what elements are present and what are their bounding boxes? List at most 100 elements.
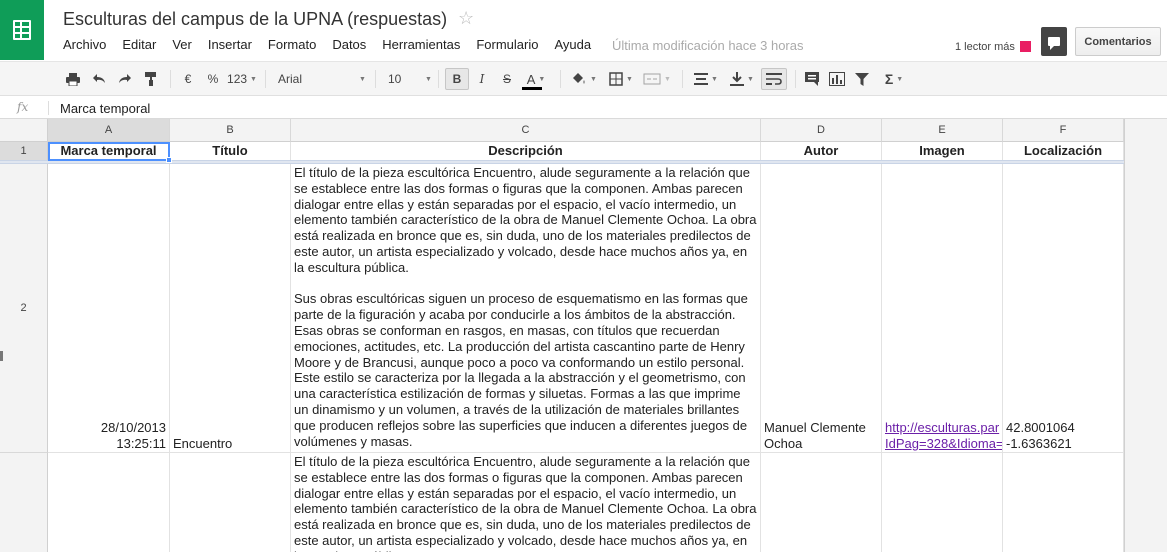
cell-f3[interactable] [1003,453,1124,552]
paint-format-icon [145,72,156,86]
header-cell-descripcion[interactable]: Descripción [291,142,761,161]
header-cell-localizacion[interactable]: Localización [1003,142,1124,161]
fill-color-button[interactable]: ▼ [568,68,600,90]
viewers-count[interactable]: 1 lector más [955,41,1015,53]
cell-e2[interactable]: http://esculturas.par IdPag=328&Idioma= [882,164,1003,453]
menu-ver[interactable]: Ver [172,37,192,52]
column-header-a[interactable]: A [48,119,170,142]
print-button[interactable] [62,68,84,90]
toolbar: € % 123 ▼ Arial ▼ 10 ▼ B I S A ▼ ▼ ▼ ▼ ▼ ▼ [0,61,1167,96]
image-link[interactable]: http://esculturas.par [885,420,999,436]
bold-button[interactable]: B [445,68,469,90]
chevron-down-icon: ▼ [359,75,366,83]
formula-bar: fx Marca temporal [0,97,1167,119]
filter-button[interactable] [852,68,872,90]
cell-c2-paragraph-2: Sus obras escultóricas siguen un proceso… [294,291,748,449]
column-header-b[interactable]: B [170,119,291,142]
chat-button[interactable] [1041,27,1067,56]
row-header-1[interactable]: 1 [0,142,48,161]
header-cell-titulo[interactable]: Título [170,142,291,161]
vertical-align-button[interactable]: ▼ [726,68,758,90]
sigma-icon: Σ [884,71,894,87]
cell-c2[interactable]: El título de la pieza escultórica Encuen… [291,164,761,453]
document-title[interactable]: Esculturas del campus de la UPNA (respue… [63,9,447,30]
italic-button[interactable]: I [472,68,492,90]
column-header-f[interactable]: F [1003,119,1124,142]
vertical-scrollbar[interactable] [1124,119,1167,552]
text-color-swatch [522,87,542,90]
cell-d2-text: Manuel Clemente Ochoa [764,420,866,452]
menu-formulario[interactable]: Formulario [476,37,538,52]
text-color-button[interactable]: A ▼ [520,68,552,90]
cell-d2[interactable]: Manuel Clemente Ochoa [761,164,882,453]
side-handle[interactable] [0,351,3,361]
paint-format-button[interactable] [140,68,162,90]
borders-icon [609,72,623,86]
chevron-down-icon: ▼ [590,75,597,83]
functions-button[interactable]: Σ ▼ [878,68,910,90]
cell-b3[interactable] [170,453,291,552]
sheets-logo-icon[interactable] [0,0,44,60]
cell-b2[interactable]: Encuentro [170,164,291,453]
wrap-icon [766,72,782,85]
cell-f2-longitude: -1.6363621 [1006,436,1072,452]
menu-herramientas[interactable]: Herramientas [382,37,460,52]
cell-f2[interactable]: 42.8001064 -1.6363621 [1003,164,1124,453]
percent-format-button[interactable]: % [203,68,223,90]
column-header-d[interactable]: D [761,119,882,142]
cell-c2-paragraph-1: El título de la pieza escultórica Encuen… [294,165,757,275]
chat-icon [1048,37,1060,50]
text-wrap-button[interactable] [761,68,787,90]
cell-a2-time: 13:25:11 [116,436,166,452]
menu-ayuda[interactable]: Ayuda [554,37,591,52]
cell-d3[interactable] [761,453,882,552]
borders-button[interactable]: ▼ [606,68,636,90]
header-cell-imagen[interactable]: Imagen [882,142,1003,161]
menu-formato[interactable]: Formato [268,37,316,52]
menu-archivo[interactable]: Archivo [63,37,106,52]
undo-button[interactable] [88,68,110,90]
menu-datos[interactable]: Datos [332,37,366,52]
insert-comment-button[interactable] [802,68,822,90]
undo-icon [93,74,105,83]
redo-icon [119,74,131,83]
header-cell-marca-temporal[interactable]: Marca temporal [48,142,170,161]
chevron-down-icon: ▼ [425,75,432,83]
currency-format-button[interactable]: € [178,68,198,90]
spreadsheet-grid: A B C D E F 1 Marca temporal Título Desc… [0,119,1167,552]
cell-f2-latitude: 42.8001064 [1006,420,1075,436]
menu-editar[interactable]: Editar [122,37,156,52]
cell-a3[interactable] [48,453,170,552]
font-size-label: 10 [388,72,402,86]
cell-a2[interactable]: 28/10/2013 13:25:11 [48,164,170,453]
strikethrough-button[interactable]: S [497,68,517,90]
comment-icon [805,72,819,86]
star-icon[interactable]: ☆ [458,8,474,29]
image-link-continued[interactable]: IdPag=328&Idioma= [885,436,1002,452]
row-header-2[interactable]: 2 [0,164,48,453]
font-family-label: Arial [278,72,303,86]
header-cell-autor[interactable]: Autor [761,142,882,161]
last-modified[interactable]: Última modificación hace 3 horas [612,38,803,53]
row-header-3[interactable] [0,453,48,552]
viewer-avatar[interactable] [1020,41,1031,52]
font-family-dropdown[interactable]: Arial ▼ [278,68,366,90]
chevron-down-icon: ▼ [896,75,904,83]
cell-e3[interactable] [882,453,1003,552]
select-all-corner[interactable] [0,119,48,142]
comments-button[interactable]: Comentarios [1075,27,1161,56]
horizontal-align-button[interactable]: ▼ [690,68,722,90]
cell-c3[interactable]: El título de la pieza escultórica Encuen… [291,453,761,552]
cell-a2-date: 28/10/2013 [100,420,166,436]
font-size-dropdown[interactable]: 10 ▼ [388,68,432,90]
redo-button[interactable] [114,68,136,90]
insert-chart-button[interactable] [827,68,847,90]
column-header-e[interactable]: E [882,119,1003,142]
number-format-dropdown[interactable]: 123 ▼ [226,68,258,90]
column-header-c[interactable]: C [291,119,761,142]
chart-icon [829,72,845,86]
merge-cells-button[interactable]: ▼ [640,68,674,90]
formula-input[interactable]: Marca temporal [60,101,150,116]
menu-insertar[interactable]: Insertar [208,37,252,52]
valign-icon [730,72,745,86]
